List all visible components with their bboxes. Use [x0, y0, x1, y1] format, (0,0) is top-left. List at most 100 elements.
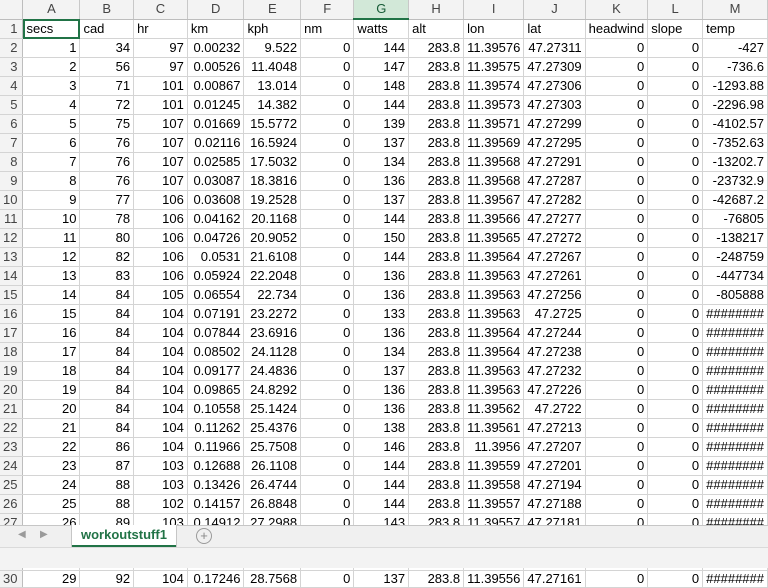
data-cell[interactable]: 0 [647, 399, 704, 419]
data-cell[interactable]: ######## [702, 342, 768, 362]
data-cell[interactable]: 144 [353, 38, 410, 58]
data-cell[interactable]: 0 [300, 304, 355, 324]
header-cell[interactable]: lon [463, 19, 525, 39]
data-cell[interactable]: 11.39559 [463, 456, 525, 476]
data-cell[interactable]: 14 [22, 285, 81, 305]
data-cell[interactable]: 47.27194 [523, 475, 586, 495]
data-cell[interactable]: 283.8 [408, 323, 465, 343]
data-cell[interactable]: 47.27261 [523, 266, 586, 286]
data-cell[interactable]: 11.39564 [463, 247, 525, 267]
data-cell[interactable]: 47.27295 [523, 133, 586, 153]
data-cell[interactable]: 11.39567 [463, 190, 525, 210]
data-cell[interactable]: 0.11262 [187, 418, 245, 438]
data-cell[interactable]: 283.8 [408, 475, 465, 495]
data-cell[interactable]: 0.01245 [187, 95, 245, 115]
data-cell[interactable]: 283.8 [408, 76, 465, 96]
data-cell[interactable]: 11.39571 [463, 114, 525, 134]
data-cell[interactable]: 11.39568 [463, 171, 525, 191]
data-cell[interactable]: 107 [133, 152, 188, 172]
data-cell[interactable]: 9 [22, 190, 81, 210]
data-cell[interactable]: 0 [647, 323, 704, 343]
header-cell[interactable]: alt [408, 19, 465, 39]
column-header-d[interactable]: D [187, 0, 245, 20]
data-cell[interactable]: 0 [585, 475, 649, 495]
row-header[interactable]: 25 [0, 475, 24, 495]
column-header-b[interactable]: B [79, 0, 135, 20]
data-cell[interactable]: ######## [702, 399, 768, 419]
data-cell[interactable]: 14.382 [243, 95, 302, 115]
data-cell[interactable]: 104 [133, 399, 188, 419]
data-cell[interactable]: 0 [585, 190, 649, 210]
data-cell[interactable]: ######## [702, 437, 768, 457]
data-cell[interactable]: 11.39573 [463, 95, 525, 115]
data-cell[interactable]: 86 [79, 437, 135, 457]
data-cell[interactable]: 11.39561 [463, 418, 525, 438]
data-cell[interactable]: 20 [22, 399, 81, 419]
data-cell[interactable]: 0 [300, 494, 355, 514]
data-cell[interactable]: 283.8 [408, 209, 465, 229]
row-header[interactable]: 15 [0, 285, 24, 305]
data-cell[interactable]: 87 [79, 456, 135, 476]
data-cell[interactable]: 11.39566 [463, 209, 525, 229]
data-cell[interactable]: -248759 [702, 247, 768, 267]
data-cell[interactable]: -76805 [702, 209, 768, 229]
data-cell[interactable]: 84 [79, 380, 135, 400]
column-header-h[interactable]: H [408, 0, 465, 20]
data-cell[interactable]: 97 [133, 57, 188, 77]
data-cell[interactable]: ######## [702, 456, 768, 476]
data-cell[interactable]: 0 [585, 323, 649, 343]
data-cell[interactable]: 11.39563 [463, 266, 525, 286]
data-cell[interactable]: 17.5032 [243, 152, 302, 172]
data-cell[interactable]: 71 [79, 76, 135, 96]
data-cell[interactable]: 47.27309 [523, 57, 586, 77]
data-cell[interactable]: 18.3816 [243, 171, 302, 191]
data-cell[interactable]: 0 [647, 456, 704, 476]
data-cell[interactable]: 0 [300, 323, 355, 343]
data-cell[interactable]: 134 [353, 152, 410, 172]
data-cell[interactable]: 76 [79, 133, 135, 153]
data-cell[interactable]: 144 [353, 95, 410, 115]
data-cell[interactable]: 56 [79, 57, 135, 77]
data-cell[interactable]: 9.522 [243, 38, 302, 58]
data-cell[interactable]: 23.6916 [243, 323, 302, 343]
data-cell[interactable]: 101 [133, 95, 188, 115]
data-cell[interactable]: 105 [133, 285, 188, 305]
data-cell[interactable]: 84 [79, 361, 135, 381]
data-cell[interactable]: 0 [647, 190, 704, 210]
data-cell[interactable]: 17 [22, 342, 81, 362]
data-cell[interactable]: 106 [133, 266, 188, 286]
data-cell[interactable]: 84 [79, 342, 135, 362]
data-cell[interactable]: 0 [585, 494, 649, 514]
data-cell[interactable]: -736.6 [702, 57, 768, 77]
data-cell[interactable]: 21.6108 [243, 247, 302, 267]
data-cell[interactable]: 102 [133, 494, 188, 514]
data-cell[interactable]: 283.8 [408, 133, 465, 153]
row-header[interactable]: 14 [0, 266, 24, 286]
header-cell[interactable]: slope [647, 19, 704, 39]
data-cell[interactable]: 0 [585, 285, 649, 305]
row-header[interactable]: 10 [0, 190, 24, 210]
row-header[interactable]: 2 [0, 38, 24, 58]
row-header[interactable]: 6 [0, 114, 24, 134]
data-cell[interactable]: 0 [585, 247, 649, 267]
data-cell[interactable]: 24.1128 [243, 342, 302, 362]
data-cell[interactable]: 11.39575 [463, 57, 525, 77]
data-cell[interactable]: -138217 [702, 228, 768, 248]
data-cell[interactable]: 0 [300, 570, 355, 588]
data-cell[interactable]: 16.5924 [243, 133, 302, 153]
column-header-k[interactable]: K [585, 0, 649, 20]
data-cell[interactable]: 11.39565 [463, 228, 525, 248]
header-cell[interactable]: temp [702, 19, 768, 39]
data-cell[interactable]: 0.12688 [187, 456, 245, 476]
data-cell[interactable]: 0.10558 [187, 399, 245, 419]
data-cell[interactable]: 0 [647, 114, 704, 134]
data-cell[interactable]: 21 [22, 418, 81, 438]
data-cell[interactable]: 0.09865 [187, 380, 245, 400]
header-cell[interactable]: headwind [585, 19, 649, 39]
data-cell[interactable]: 137 [353, 570, 410, 588]
data-cell[interactable]: -427 [702, 38, 768, 58]
data-cell[interactable]: 283.8 [408, 494, 465, 514]
data-cell[interactable]: 22.2048 [243, 266, 302, 286]
data-cell[interactable]: 0 [585, 570, 649, 588]
data-cell[interactable]: 104 [133, 342, 188, 362]
